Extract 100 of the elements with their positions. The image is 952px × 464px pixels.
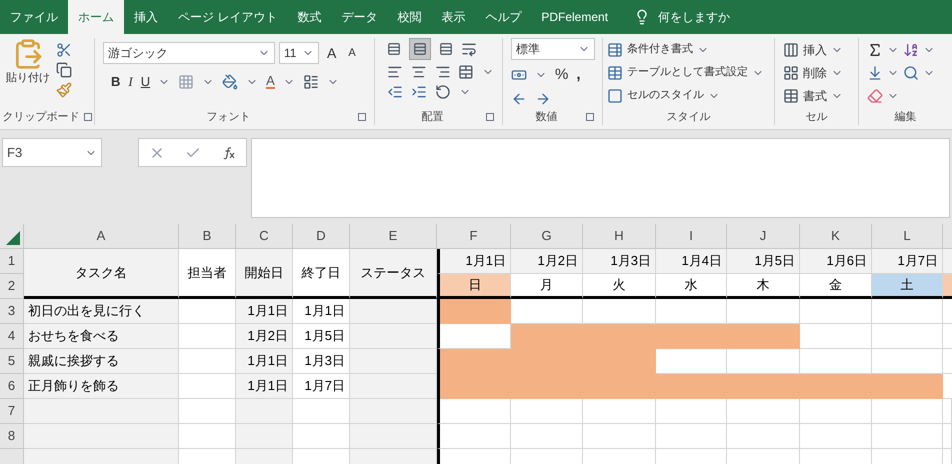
group-label: クリップボード — [2, 110, 80, 125]
styles-menu-button[interactable]: テーブルとして書式設定 — [607, 61, 764, 84]
grid-icon — [783, 88, 799, 104]
borders-icon[interactable] — [178, 74, 194, 90]
lines-icon — [413, 42, 427, 56]
row-header[interactable]: 1 — [0, 249, 24, 274]
row-header[interactable]: 5 — [0, 349, 24, 374]
name-box[interactable]: F3 — [2, 138, 102, 167]
ribbon-tab[interactable]: ホーム — [68, 0, 124, 34]
styles-menu-button[interactable]: 条件付き書式 — [607, 38, 709, 61]
column-header[interactable]: K — [800, 224, 872, 249]
vertical-align-button[interactable] — [409, 38, 431, 60]
wrap-text-icon[interactable] — [461, 41, 477, 57]
paste-button[interactable]: 貼り付け — [4, 38, 52, 98]
increase-decimal-icon[interactable] — [511, 90, 527, 106]
cells-menu-button[interactable]: 削除 — [783, 61, 850, 84]
task-name-cell: 正月飾りを飾る — [24, 374, 179, 399]
fill-icon[interactable] — [867, 64, 883, 80]
comma-button[interactable]: , — [576, 64, 581, 86]
merge-cells-icon[interactable] — [458, 64, 474, 80]
group-label: 配置 — [422, 110, 444, 125]
group-label: セル — [806, 110, 828, 125]
cells-menu-button[interactable]: 書式 — [783, 84, 850, 107]
font-name-field[interactable]: 游ゴシック — [103, 42, 275, 64]
number-format-field[interactable]: 標準 — [511, 38, 595, 60]
decrease-indent-icon[interactable] — [387, 84, 403, 100]
row-header[interactable]: 8 — [0, 424, 24, 449]
group-label: 編集 — [894, 110, 916, 125]
lines-icon — [439, 42, 453, 56]
row-header[interactable]: 3 — [0, 299, 24, 324]
column-header[interactable]: L — [872, 224, 943, 249]
percent-button[interactable]: % — [555, 64, 568, 86]
row-header[interactable]: 2 — [0, 274, 24, 299]
group-label: フォント — [206, 110, 250, 125]
font-color-button[interactable]: A — [266, 74, 275, 90]
column-header[interactable]: C — [236, 224, 293, 249]
ribbon-tab[interactable]: 数式 — [287, 0, 332, 34]
phonetic-icon[interactable] — [302, 74, 319, 90]
column-header[interactable]: B — [179, 224, 236, 249]
header-cell: 担当者 — [179, 249, 236, 299]
sort-filter-icon[interactable] — [903, 42, 919, 58]
group-label: 数値 — [536, 110, 558, 125]
italic-button[interactable]: I — [128, 72, 133, 92]
ribbon-tab[interactable]: ヘルプ — [475, 0, 532, 34]
column-header[interactable]: F — [437, 224, 511, 249]
date-cell: 1月1日 — [437, 249, 511, 274]
eraser-icon[interactable] — [867, 88, 883, 104]
shrink-font-button[interactable]: A — [344, 44, 360, 62]
ribbon-tab[interactable]: 表示 — [431, 0, 476, 34]
date-cell: 1月3日 — [583, 249, 656, 274]
styles-menu-button[interactable]: セルのスタイル — [607, 84, 720, 107]
column-header[interactable]: A — [24, 224, 179, 249]
underline-button[interactable]: U — [140, 72, 150, 92]
date-cell — [943, 249, 952, 274]
cells-menu-button[interactable]: 挿入 — [783, 38, 850, 61]
search-icon[interactable] — [903, 64, 919, 80]
tell-me-search[interactable]: 何をしますか — [658, 8, 730, 26]
increase-indent-icon[interactable] — [411, 84, 427, 100]
bold-button[interactable]: B — [111, 72, 120, 92]
start-date-cell: 1月2日 — [236, 324, 293, 349]
row-header[interactable]: 6 — [0, 374, 24, 399]
column-header[interactable]: G — [511, 224, 583, 249]
align-left-icon[interactable] — [387, 64, 403, 80]
ribbon-tab[interactable]: 挿入 — [124, 0, 168, 34]
ribbon-tab[interactable]: 校閲 — [387, 0, 432, 34]
row-header[interactable]: 4 — [0, 324, 24, 349]
weekday-cell: 日 — [437, 274, 511, 299]
align-right-icon[interactable] — [434, 64, 450, 80]
orientation-icon[interactable] — [435, 84, 451, 100]
font-size-field[interactable]: 11 — [279, 42, 319, 64]
ribbon-tab[interactable]: PDFelement — [531, 0, 618, 34]
insert-function-icon[interactable] — [222, 146, 236, 160]
ribbon-tab[interactable]: ファイル — [0, 0, 68, 34]
task-name-cell: 初日の出を見に行く — [24, 299, 179, 324]
column-header[interactable]: D — [293, 224, 350, 249]
select-all-corner[interactable] — [0, 224, 24, 249]
date-cell: 1月2日 — [511, 249, 583, 274]
grid-icon — [783, 64, 799, 80]
dialog-launcher-icon[interactable] — [84, 113, 92, 121]
column-header[interactable]: H — [583, 224, 656, 249]
align-center-icon[interactable] — [410, 64, 426, 80]
fill-color-icon[interactable] — [222, 74, 238, 90]
ribbon-tab[interactable]: データ — [331, 0, 388, 34]
row-header[interactable]: 7 — [0, 399, 24, 424]
formula-input[interactable] — [251, 138, 950, 218]
dialog-launcher-icon[interactable] — [358, 113, 366, 121]
end-date-cell: 1月5日 — [293, 324, 350, 349]
header-cell: ステータス — [350, 249, 437, 299]
dialog-launcher-icon[interactable] — [486, 113, 494, 121]
column-header[interactable]: J — [727, 224, 800, 249]
dialog-launcher-icon[interactable] — [586, 113, 594, 121]
decrease-decimal-icon[interactable] — [535, 90, 551, 106]
cut-icon[interactable] — [56, 42, 72, 58]
date-cell: 1月7日 — [872, 249, 943, 274]
column-header[interactable]: E — [350, 224, 437, 249]
ribbon-tab[interactable]: ページ レイアウト — [168, 0, 288, 34]
copy-icon[interactable] — [56, 62, 72, 78]
grow-font-button[interactable]: A — [323, 42, 340, 64]
grid-icon — [783, 42, 799, 58]
column-header[interactable]: I — [656, 224, 727, 249]
